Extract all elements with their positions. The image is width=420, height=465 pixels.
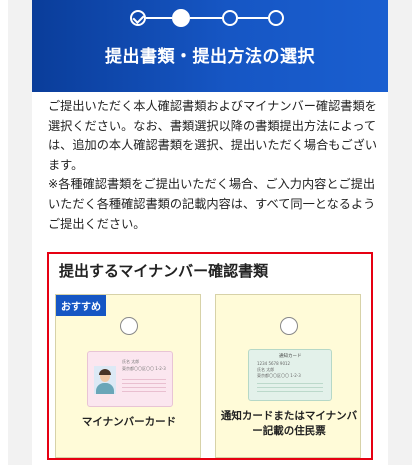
progress-stepper <box>32 6 388 30</box>
recommended-badge: おすすめ <box>56 295 106 316</box>
notification-card-image: 通知カード 1234 5678 9012 氏名 太郎 東京都〇〇区〇〇 1-2-… <box>248 349 332 401</box>
step-connector <box>238 17 268 19</box>
step-2-current-icon <box>172 9 190 27</box>
intro-text: ご提出いただく本人確認書類およびマイナンバー確認書類を選択ください。なお、書類選… <box>48 99 378 231</box>
option-label: マイナンバーカード <box>81 416 177 428</box>
mynumber-document-selection: 提出するマイナンバー確認書類 おすすめ 氏名 太郎 東京都〇〇区〇〇 1-2-3… <box>47 252 373 460</box>
step-1-done-icon <box>130 10 146 26</box>
card-address-text: 東京都〇〇区〇〇 1-2-3 <box>122 366 166 371</box>
portrait-icon <box>94 366 116 394</box>
card-title-text: 通知カード <box>279 354 302 359</box>
section-title: 提出するマイナンバー確認書類 <box>59 262 269 280</box>
card-lines <box>122 376 166 394</box>
card-address-text: 東京都〇〇区〇〇 1-2-3 <box>257 373 301 378</box>
step-3-icon <box>222 10 238 26</box>
option-notification-card[interactable]: 通知カード 1234 5678 9012 氏名 太郎 東京都〇〇区〇〇 1-2-… <box>215 294 361 458</box>
card-lines <box>257 380 323 394</box>
step-connector <box>146 17 172 19</box>
card-name-text: 氏名 太郎 <box>122 359 140 364</box>
step-4-icon <box>268 10 284 26</box>
radio-mynumber-card[interactable] <box>120 317 138 335</box>
page-header: 提出書類・提出方法の選択 <box>32 0 388 92</box>
option-mynumber-card[interactable]: おすすめ 氏名 太郎 東京都〇〇区〇〇 1-2-3 マイナンバーカード <box>55 294 201 458</box>
radio-notification-card[interactable] <box>280 317 298 335</box>
card-number-text: 1234 5678 9012 <box>257 361 291 366</box>
page-title: 提出書類・提出方法の選択 <box>105 47 315 67</box>
step-connector <box>190 17 222 19</box>
mynumber-card-image: 氏名 太郎 東京都〇〇区〇〇 1-2-3 <box>87 351 173 407</box>
option-label: 通知カードまたはマイナンバー記載の住民票 <box>220 410 358 437</box>
